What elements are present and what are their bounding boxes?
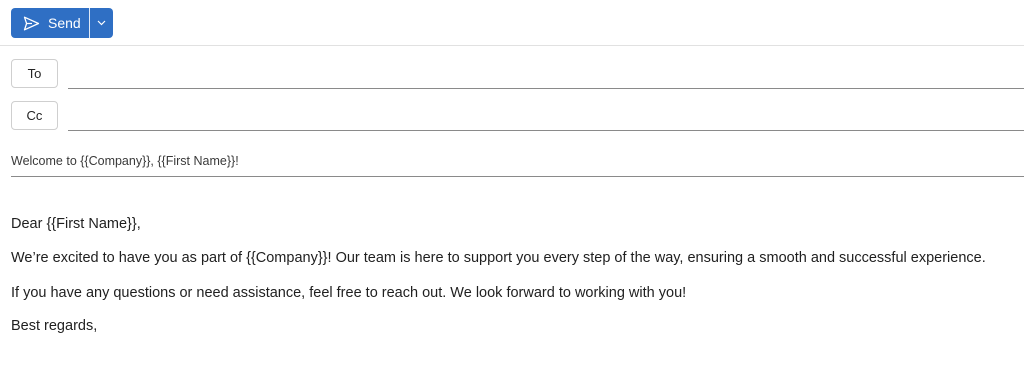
cc-button[interactable]: Cc (11, 101, 58, 130)
body-paragraph-1: We’re excited to have you as part of {{C… (11, 250, 986, 266)
to-button[interactable]: To (11, 59, 58, 88)
cc-underline (68, 130, 1024, 131)
compose-toolbar: Send (0, 0, 1024, 46)
send-button-group: Send (11, 8, 113, 38)
to-field[interactable] (68, 60, 1024, 90)
send-button[interactable]: Send (11, 8, 89, 38)
subject-field[interactable]: Welcome to {{Company}}, {{First Name}}! (11, 154, 239, 168)
subject-underline (11, 176, 1024, 177)
send-icon (23, 16, 40, 30)
to-underline (68, 88, 1024, 89)
send-options-button[interactable] (90, 8, 113, 38)
body-greeting: Dear {{First Name}}, (11, 216, 141, 232)
chevron-down-icon (97, 20, 106, 26)
send-divider (89, 8, 90, 38)
cc-field[interactable] (68, 102, 1024, 132)
body-signoff: Best regards, (11, 318, 98, 334)
send-label: Send (48, 15, 81, 31)
body-paragraph-2: If you have any questions or need assist… (11, 285, 687, 301)
